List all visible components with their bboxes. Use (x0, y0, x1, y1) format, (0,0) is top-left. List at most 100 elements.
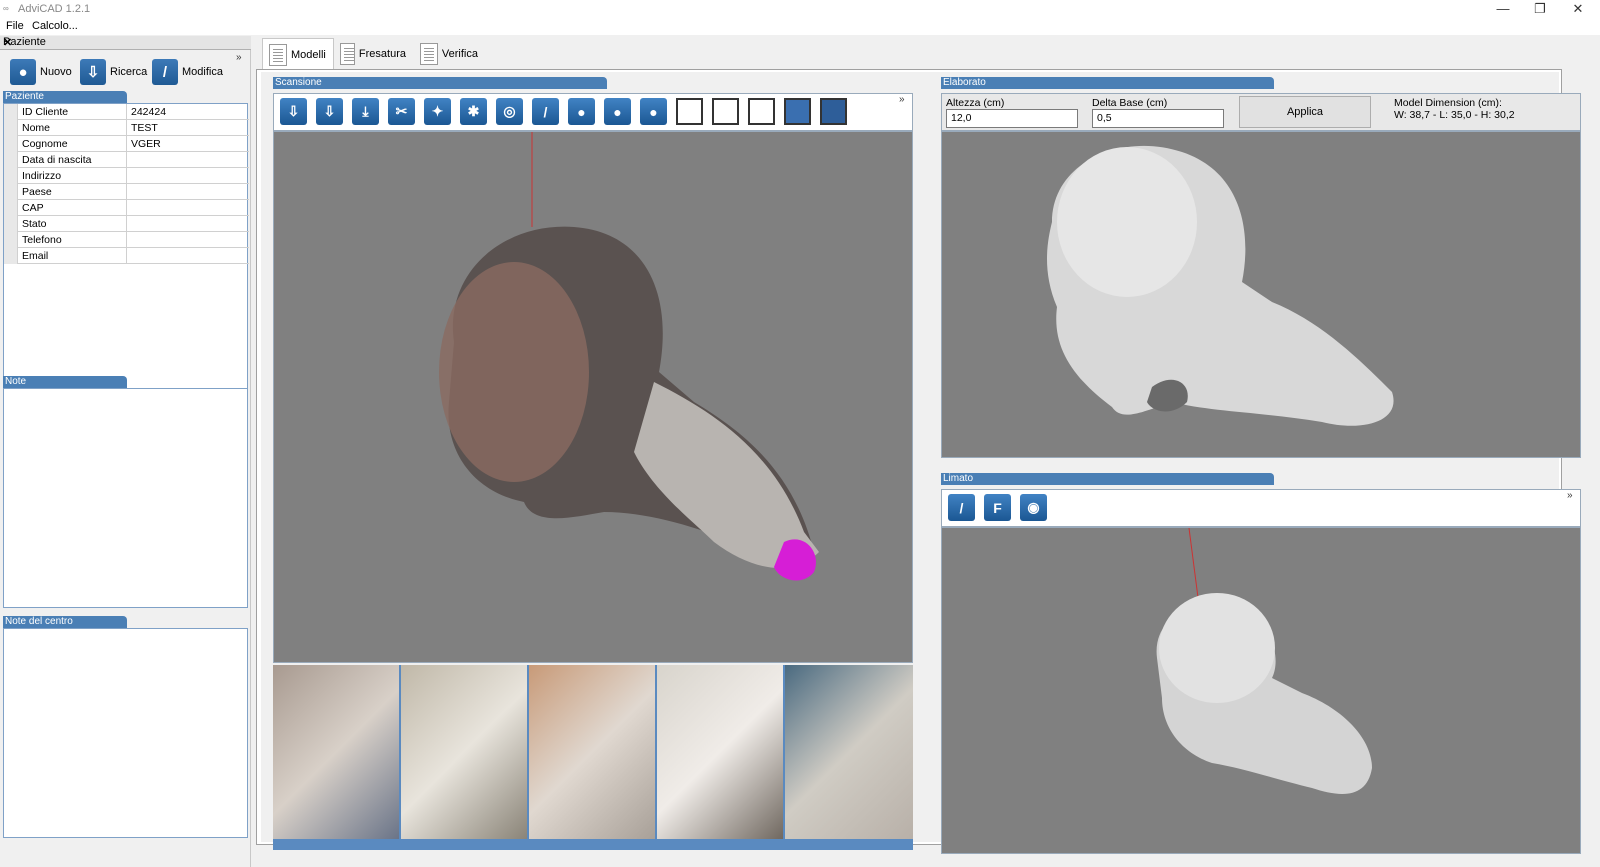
prop-key: Cognome (22, 138, 68, 150)
filed-section-tab: Limato (941, 473, 1274, 485)
head-front-icon[interactable]: ● (604, 98, 631, 125)
scan-3d-viewport[interactable] (273, 131, 913, 663)
prop-row-address[interactable]: Indirizzo (4, 168, 249, 184)
minimize-button[interactable]: — (1485, 0, 1521, 19)
prop-row-name[interactable]: Nome TEST (4, 120, 249, 136)
photo-thumbnail[interactable] (273, 665, 401, 839)
processed-3d-viewport[interactable] (941, 131, 1581, 458)
edit-patient-button[interactable]: / Modifica (152, 58, 223, 86)
f-icon[interactable]: F (984, 494, 1011, 521)
prop-key: Paese (22, 186, 52, 198)
scan-section-tab: Scansione (273, 77, 607, 89)
prop-row-id[interactable]: ID Cliente 242424 (4, 104, 249, 120)
pencil-icon[interactable]: / (532, 98, 559, 125)
height-label: Altezza (cm) (946, 97, 1005, 109)
photo-thumbnail[interactable] (657, 665, 785, 839)
scan-toolbar-expand-icon[interactable]: » (899, 94, 905, 105)
filed-toolbar: / F ◉ » (941, 489, 1581, 527)
prop-value[interactable] (126, 216, 249, 232)
menu-file[interactable]: File (6, 20, 24, 32)
prop-value[interactable]: TEST (126, 120, 249, 136)
prop-value[interactable]: VGER (126, 136, 249, 152)
head-side-icon[interactable]: ● (568, 98, 595, 125)
processed-params: Altezza (cm) 12,0 Delta Base (cm) 0,5 Ap… (941, 93, 1581, 131)
prop-value[interactable] (126, 168, 249, 184)
tab-fresatura-label: Fresatura (358, 48, 406, 60)
new-patient-button[interactable]: ● Nuovo (10, 58, 72, 86)
prop-value[interactable] (126, 248, 249, 264)
new-patient-label: Nuovo (40, 66, 72, 78)
patient-toolbar: ● Nuovo ⇩ Ricerca / Modifica » (0, 52, 251, 92)
prop-row-state[interactable]: Stato (4, 216, 249, 232)
measure-tape-icon[interactable]: ◎ (496, 98, 523, 125)
row-gutter (4, 232, 18, 248)
prop-row-birthdate[interactable]: Data di nascita (4, 152, 249, 168)
scan-photo-strip (273, 665, 913, 850)
document-icon (269, 43, 287, 66)
height-input[interactable]: 12,0 (946, 109, 1078, 128)
model-dimension-label: Model Dimension (cm): (1394, 97, 1502, 109)
search-patient-button[interactable]: ⇩ Ricerca (80, 58, 147, 86)
prop-row-country[interactable]: Paese (4, 184, 249, 200)
user-icon: ● (10, 59, 36, 85)
menu-calcolo[interactable]: Calcolo... (32, 20, 78, 32)
filed-toolbar-expand-icon[interactable]: » (1567, 490, 1573, 501)
prop-key: ID Cliente (22, 106, 69, 118)
scan-toolbar: ⇩ ⇩ ⤓ ✂ ✦ ✱ ◎ / ● ● ● » (273, 93, 913, 131)
tab-verifica[interactable]: Verifica (414, 38, 484, 70)
cube-top-icon[interactable] (784, 98, 811, 125)
import-alt-icon[interactable]: ⇩ (316, 98, 343, 125)
row-gutter (4, 248, 18, 264)
prop-row-surname[interactable]: Cognome VGER (4, 136, 249, 152)
row-gutter (4, 168, 18, 184)
apply-button[interactable]: Applica (1239, 96, 1371, 128)
prop-row-phone[interactable]: Telefono (4, 232, 249, 248)
delta-base-input[interactable]: 0,5 (1092, 109, 1224, 128)
cut-icon[interactable]: ✂ (388, 98, 415, 125)
prop-value[interactable] (126, 200, 249, 216)
patient-section-tab: Paziente (3, 91, 127, 103)
tab-fresatura[interactable]: Fresatura (334, 38, 412, 70)
search-patient-label: Ricerca (110, 66, 148, 78)
pencil-icon[interactable]: / (948, 494, 975, 521)
delta-base-label: Delta Base (cm) (1092, 97, 1168, 109)
cube-front-icon[interactable] (676, 98, 703, 125)
head-top-icon[interactable]: ● (640, 98, 667, 125)
photo-thumbnail[interactable] (401, 665, 529, 839)
document-icon (420, 43, 438, 65)
close-panel-icon[interactable]: ✕ (3, 36, 245, 49)
import-icon[interactable]: ⇩ (280, 98, 307, 125)
prop-value[interactable] (126, 232, 249, 248)
center-notes-textarea[interactable] (3, 628, 248, 838)
row-gutter (4, 104, 18, 120)
cube-right-icon[interactable] (748, 98, 775, 125)
photo-thumbnail[interactable] (785, 665, 913, 839)
cube-iso-icon[interactable] (820, 98, 847, 125)
photo-thumbnail[interactable] (529, 665, 657, 839)
tab-modelli-label: Modelli (291, 48, 326, 61)
restore-button[interactable]: ❐ (1522, 0, 1558, 19)
tab-modelli[interactable]: Modelli (262, 38, 334, 70)
prop-value[interactable] (126, 184, 249, 200)
prop-value[interactable] (126, 152, 249, 168)
export-icon[interactable]: ⤓ (352, 98, 379, 125)
cube-left-icon[interactable] (712, 98, 739, 125)
prop-row-email[interactable]: Email (4, 248, 249, 264)
processed-section-tab: Elaborato (941, 77, 1274, 89)
prop-key: CAP (22, 202, 44, 214)
window-title: AdviCAD 1.2.1 (18, 3, 91, 15)
notes-textarea[interactable] (3, 388, 248, 608)
pencil-icon: / (152, 59, 178, 85)
prop-key: Nome (22, 122, 51, 134)
target-icon[interactable]: ◉ (1020, 494, 1047, 521)
magic-wand-icon[interactable]: ✦ (424, 98, 451, 125)
asterisk-icon[interactable]: ✱ (460, 98, 487, 125)
prop-row-cap[interactable]: CAP (4, 200, 249, 216)
title-bar: ∞ AdviCAD 1.2.1 — ❐ ✕ (0, 0, 1600, 19)
prop-key: Stato (22, 218, 47, 230)
toolbar-expand-icon[interactable]: » (236, 52, 242, 63)
close-button[interactable]: ✕ (1560, 0, 1596, 19)
filed-3d-viewport[interactable] (941, 527, 1581, 854)
prop-value[interactable]: 242424 (126, 104, 249, 120)
prop-key: Indirizzo (22, 170, 62, 182)
